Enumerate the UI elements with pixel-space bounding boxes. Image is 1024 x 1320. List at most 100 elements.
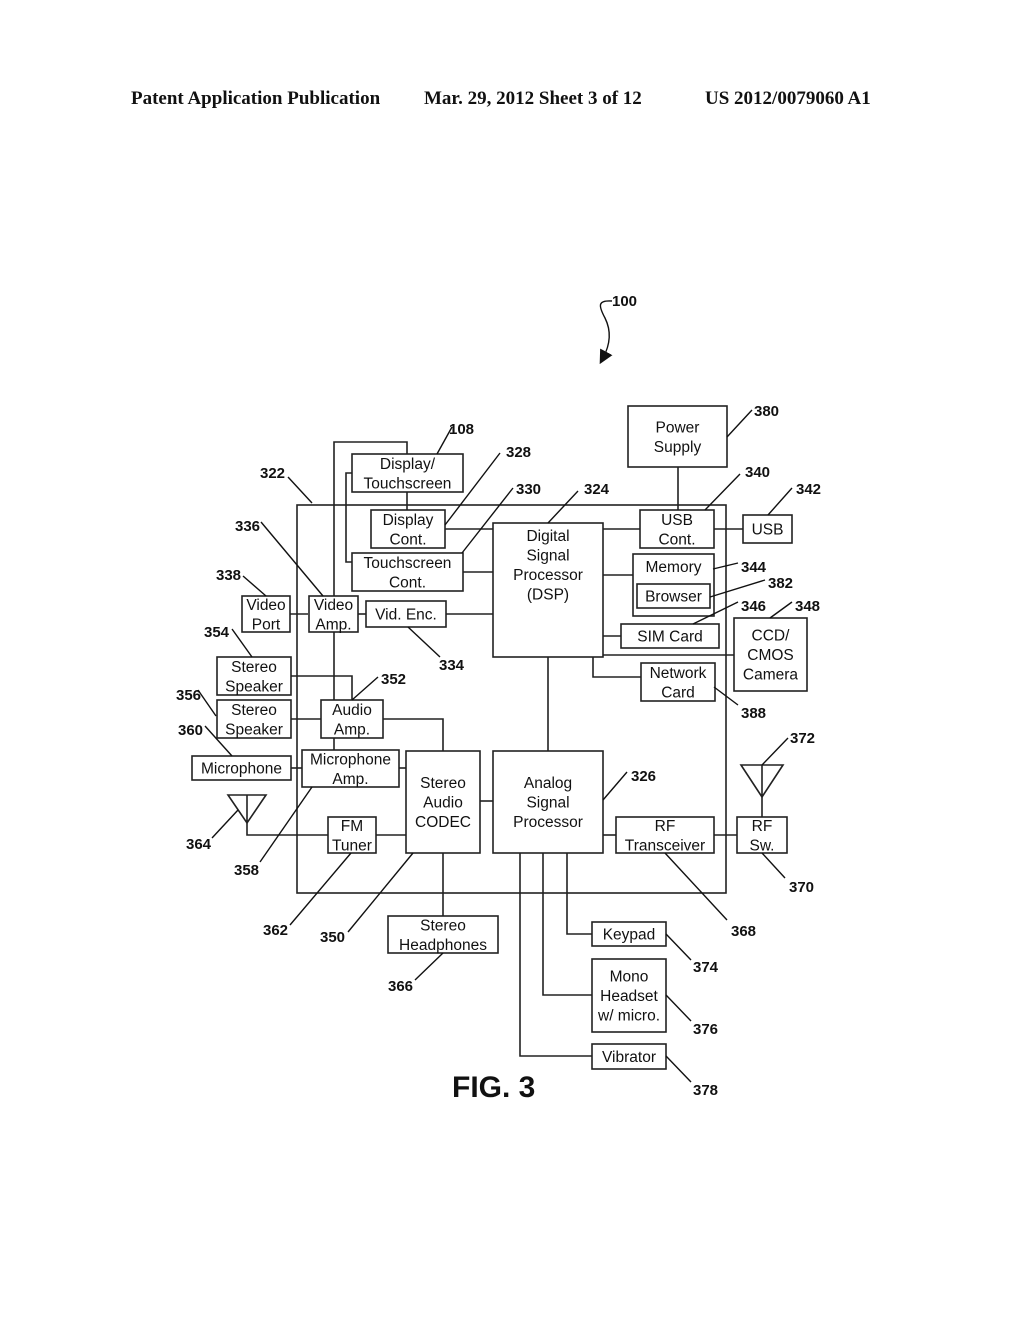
analog-signal-processor-label-line: Processor [513, 814, 583, 831]
power-supply-ref-leader [726, 409, 753, 438]
stereo-audio-codec-label-line: Stereo [420, 775, 466, 792]
component-dsp: Digital Signal Processor (DSP) [492, 522, 604, 658]
display-touchscreen-ref-numeral: 108 [449, 421, 474, 438]
component-touchscreen-cont: Touchscreen Cont. [351, 552, 464, 592]
block-diagram: Power Supply Display/Touchscreen Display Con… [176, 293, 821, 1104]
fm-tuner-ref-leader [289, 852, 352, 926]
rf-switch-label-line: Sw. [750, 837, 775, 854]
fm-antenna-triangle [226, 794, 268, 825]
fm-antenna-icon [226, 794, 268, 825]
power-supply-ref-numeral: 380 [754, 403, 779, 420]
mono-headset-ref-numeral: 376 [693, 1021, 718, 1038]
usb-cont-label-line: Cont. [658, 531, 695, 548]
component-camera: CCD/CMOS Camera [733, 617, 808, 692]
video-port-label-line: Port [252, 616, 281, 633]
audio-amp-label-line: Amp. [334, 721, 370, 738]
analog-signal-processor-label-line: Analog [524, 775, 572, 792]
vibrator-ref-numeral: 378 [693, 1082, 718, 1099]
component-microphone-amp: Microphone Amp. [301, 749, 400, 788]
mono-headset-ref-leader [665, 994, 692, 1022]
mono-headset-label-line: Headset [600, 988, 658, 1005]
audio-amp-ref-leader [351, 676, 379, 701]
video-amp-label-line: Video [314, 597, 353, 614]
display-cont-ref-numeral: 328 [506, 444, 531, 461]
fm-tuner-label-line: Tuner [332, 837, 372, 854]
usb-label-line: USB [752, 522, 784, 539]
rf-transceiver-ref-leader [664, 852, 728, 921]
wire-asp-vibrator [519, 853, 592, 1057]
stereo-headphones-label-line: Headphones [399, 937, 487, 954]
mono-headset-label-line: Mono [610, 969, 649, 986]
vid-enc-ref-leader [407, 626, 441, 658]
component-usb: USB [742, 514, 793, 544]
touchscreen-cont-ref-numeral: 330 [516, 481, 541, 498]
device-ref-arrow [599, 300, 613, 365]
figure-label: FIG. 3 [452, 1071, 535, 1104]
fm-tuner-ref-numeral: 362 [263, 922, 288, 939]
dsp-label-line: Signal [526, 548, 569, 565]
component-video-amp: Video Amp. [308, 595, 359, 633]
display-touchscreen-label-line: Display/ [380, 456, 436, 473]
rf-transceiver-label-line: RF [655, 818, 676, 835]
microphone-ref-numeral: 360 [178, 722, 203, 739]
rf-transceiver-ref-numeral: 368 [731, 923, 756, 940]
keypad-ref-leader [665, 933, 692, 961]
stereo-headphones-ref-leader [414, 952, 444, 981]
vibrator-label-line: Vibrator [602, 1049, 656, 1066]
component-audio-amp: Audio Amp. [320, 699, 384, 739]
microphone-amp-ref-leader [259, 786, 313, 863]
stereo-audio-codec-label-line: Audio [423, 795, 463, 812]
component-fm-tuner: FM Tuner [327, 816, 377, 854]
component-analog-signal-processor: Analog Signal Processor [492, 750, 604, 854]
usb-cont-label-line: USB [661, 512, 693, 529]
memory-label-line: Memory [646, 559, 702, 576]
stereo-speaker-1-label-line: Speaker [225, 678, 283, 695]
rf-switch-ref-leader [761, 852, 786, 879]
video-amp-ref-leader [260, 521, 324, 597]
power-supply-label-line: Supply [654, 439, 702, 456]
wire-audioamp-codec [383, 718, 444, 751]
network-card-label-line: Network [650, 665, 707, 682]
rf-antenna-ref-numeral: 372 [790, 730, 815, 747]
component-mono-headset: Mono Headset w/ micro. [591, 958, 667, 1033]
camera-ref-leader [769, 601, 793, 619]
component-network-card: Network Card [640, 662, 716, 702]
display-touchscreen-label-line: Touchscreen [364, 475, 452, 492]
sim-card-label-line: SIM Card [637, 629, 702, 646]
rf-switch-label-line: RF [752, 818, 773, 835]
fm-tuner-label-line: FM [341, 818, 363, 835]
microphone-amp-label-line: Microphone [310, 751, 391, 768]
component-stereo-headphones: Stereo Headphones [387, 915, 499, 954]
rf-transceiver-label-line: Transceiver [625, 837, 705, 854]
stereo-speaker-2-label-line: Stereo [231, 702, 277, 719]
mono-headset-label-line: w/ micro. [597, 1008, 660, 1025]
stereo-speaker-2-ref-numeral: 356 [176, 687, 201, 704]
stereo-headphones-label-line: Stereo [420, 917, 466, 934]
wire-fmantenna-fmtuner [246, 823, 328, 836]
video-amp-ref-numeral: 336 [235, 518, 260, 535]
video-port-label-line: Video [246, 597, 285, 614]
component-vid-enc: Vid. Enc. [365, 600, 447, 628]
rf-antenna-ref-leader [761, 737, 789, 766]
power-supply-label-line: Power [656, 419, 700, 436]
browser-ref-numeral: 382 [768, 575, 793, 592]
vid-enc-ref-numeral: 334 [439, 657, 465, 674]
chip-ref-leader [287, 476, 313, 504]
device-ref-numeral: 100 [612, 293, 637, 310]
component-usb-cont: USB Cont. [639, 509, 715, 549]
display-cont-label-line: Cont. [389, 531, 426, 548]
keypad-ref-numeral: 374 [693, 959, 719, 976]
network-card-label-line: Card [661, 684, 695, 701]
display-cont-label-line: Display [383, 512, 434, 529]
browser-ref-leader [709, 579, 766, 598]
usb-cont-ref-numeral: 340 [745, 464, 770, 481]
wire-dsp-networkcard [592, 657, 641, 678]
camera-label-line: CCD/ [752, 628, 791, 645]
wire-speaker1-audioamp [291, 675, 353, 700]
component-display-cont: Display Cont. [370, 509, 446, 549]
rf-antenna-icon [739, 764, 785, 799]
dsp-label-line: (DSP) [527, 587, 569, 604]
network-card-ref-numeral: 388 [741, 705, 766, 722]
microphone-amp-label-line: Amp. [332, 771, 368, 788]
touchscreen-cont-label-line: Touchscreen [364, 555, 452, 572]
